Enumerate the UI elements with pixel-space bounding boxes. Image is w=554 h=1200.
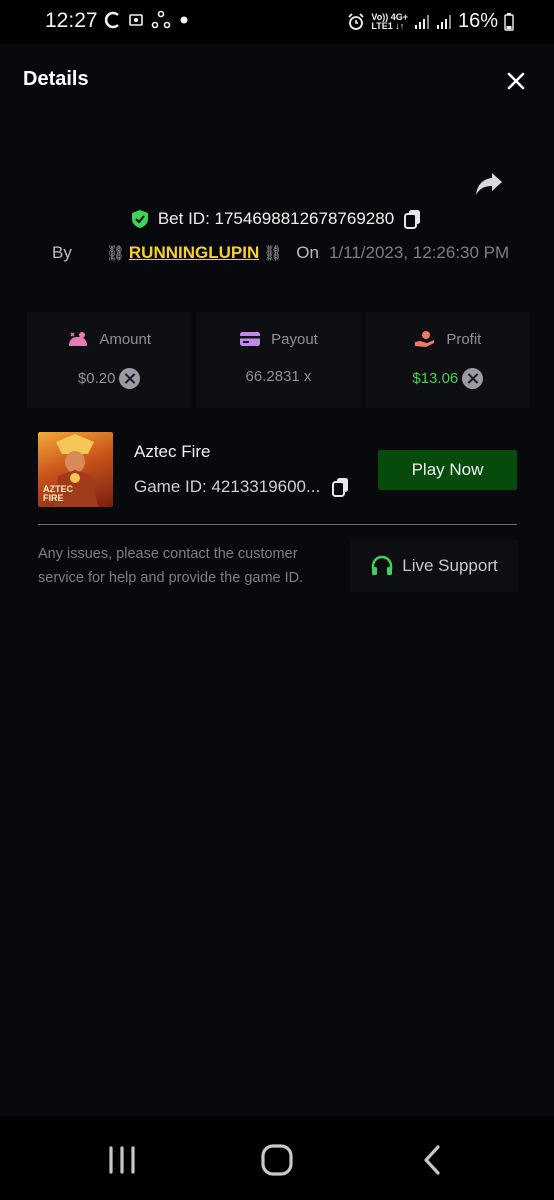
game-thumbnail[interactable]: AZTEC FIRE	[38, 432, 113, 507]
game-id-text: Game ID: 4213319600...	[134, 477, 321, 496]
battery-percent: 16%	[457, 10, 498, 32]
amount-value: $0.20	[77, 370, 116, 387]
bet-id-text: Bet ID: 1754698812678769280	[157, 209, 395, 228]
on-label: On	[296, 243, 319, 262]
status-time: 12:27	[45, 9, 98, 32]
profit-label: Profit	[446, 330, 482, 348]
bet-date: 1/11/2023, 12:26:30 PM	[328, 243, 510, 262]
sync-icon	[104, 11, 119, 29]
bet-stats: Amount $0.20 Payout 66.2831 x Profit $13…	[27, 312, 530, 408]
profit-card: Profit $13.06	[365, 312, 530, 408]
shield-check-icon	[131, 210, 148, 228]
network-bottom: LTE1 ↓↑	[371, 20, 405, 31]
recent-apps-icon	[109, 1146, 135, 1174]
status-system-icons: Vo)) 4G+ LTE1 ↓↑ 16%	[347, 10, 514, 33]
amount-icon	[69, 332, 88, 346]
profit-value-row: $13.06	[366, 368, 530, 389]
close-icon	[507, 72, 525, 90]
home-icon	[261, 1144, 293, 1176]
divider	[38, 524, 517, 525]
game-thumb-title-2: FIRE	[43, 493, 64, 503]
copy-bet-id-button[interactable]	[402, 208, 424, 230]
share-icon	[476, 173, 502, 195]
back-icon	[424, 1145, 440, 1175]
coin-icon	[462, 368, 484, 389]
back-button[interactable]	[408, 1140, 458, 1180]
live-support-label: Live Support	[402, 556, 498, 575]
system-nav-bar	[0, 1116, 554, 1200]
payout-header: Payout	[196, 330, 360, 348]
page-title: Details	[23, 68, 89, 90]
payout-card-icon	[240, 332, 261, 346]
payout-card: Payout 66.2831 x	[196, 312, 361, 408]
network-info: Vo)) 4G+ LTE1 ↓↑	[371, 12, 408, 31]
game-id-row: Game ID: 4213319600...	[134, 476, 352, 498]
by-label: By	[52, 243, 72, 262]
amount-card: Amount $0.20	[27, 312, 192, 408]
support-message: Any issues, please contact the customer …	[38, 546, 304, 586]
play-now-button[interactable]: Play Now	[378, 450, 517, 490]
status-notification-icons	[103, 10, 189, 30]
recent-apps-button[interactable]	[97, 1140, 147, 1180]
alarm-icon	[348, 12, 365, 30]
payout-value-row: 66.2831 x	[196, 368, 360, 385]
profit-value: $13.06	[412, 370, 459, 387]
signal-icon	[414, 14, 429, 29]
battery-icon	[504, 12, 514, 31]
chain-right-icon: ⛓	[263, 245, 283, 262]
signal-2-icon	[436, 14, 451, 29]
status-bar: 12:27 Vo)) 4G+ LTE1 ↓↑ 16%	[0, 0, 554, 44]
amount-header: Amount	[27, 330, 191, 348]
coin-icon	[119, 368, 141, 389]
share-button[interactable]	[474, 170, 504, 198]
amount-label: Amount	[99, 330, 152, 348]
copy-game-id-button[interactable]	[330, 476, 352, 498]
payout-label: Payout	[271, 330, 318, 348]
bet-owner-row: By ⛓ RUNNINGLUPIN ⛓ On 1/11/2023, 12:26:…	[52, 243, 509, 263]
dot-icon	[180, 16, 188, 24]
profit-header: Profit	[366, 330, 530, 348]
live-support-button[interactable]: Live Support	[350, 540, 518, 592]
bet-id-row: Bet ID: 1754698812678769280	[0, 208, 554, 230]
chain-left-icon: ⛓	[105, 245, 125, 262]
amount-value-row: $0.20	[27, 368, 191, 389]
photo-icon	[129, 14, 143, 26]
home-button[interactable]	[252, 1140, 302, 1180]
headset-icon	[372, 555, 393, 575]
profit-hand-icon	[415, 331, 435, 347]
game-name: Aztec Fire	[134, 442, 211, 461]
payout-value: 66.2831 x	[245, 368, 312, 385]
username-link[interactable]: RUNNINGLUPIN	[129, 243, 259, 263]
close-button[interactable]	[503, 68, 529, 94]
share-network-icon	[151, 10, 171, 29]
